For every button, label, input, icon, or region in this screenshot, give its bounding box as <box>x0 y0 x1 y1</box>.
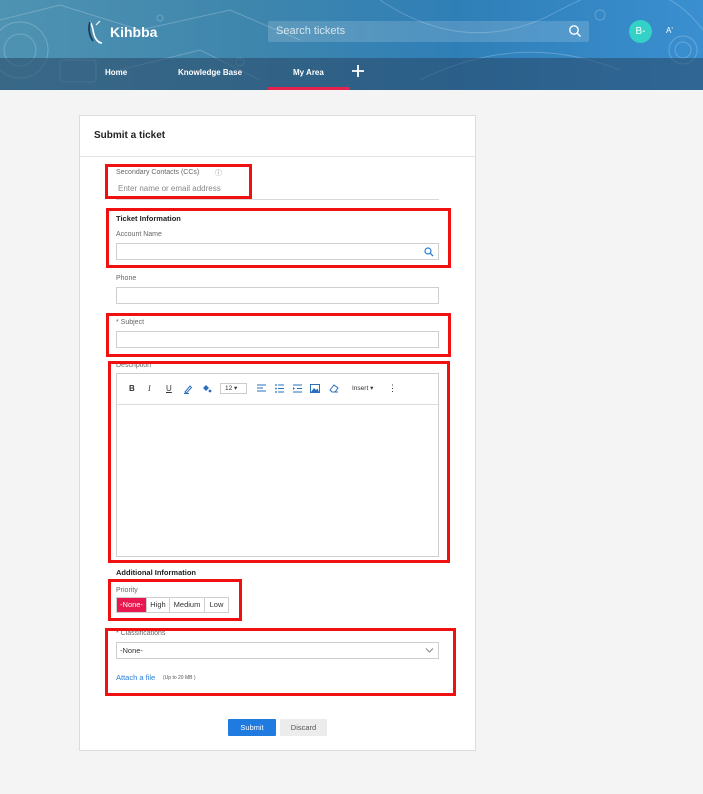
font-size-toggle[interactable]: A' <box>666 26 673 35</box>
highlight-box-secondary-contacts <box>105 164 252 199</box>
submit-button[interactable]: Submit <box>228 719 276 736</box>
additional-information-heading: Additional Information <box>116 568 196 577</box>
page-title: Submit a ticket <box>94 130 166 141</box>
title-divider <box>80 156 475 157</box>
nav-knowledge-base[interactable]: Knowledge Base <box>178 68 242 77</box>
phone-input[interactable] <box>116 287 439 304</box>
nav-home[interactable]: Home <box>105 68 127 77</box>
app-header: Kihbba Search tickets B- A' Home Knowled… <box>0 0 703 90</box>
brand-logo <box>88 20 103 44</box>
search-input[interactable]: Search tickets <box>276 25 345 37</box>
phone-label: Phone <box>116 275 137 282</box>
search-box[interactable]: Search tickets <box>268 21 589 42</box>
user-avatar[interactable]: B- <box>629 20 652 43</box>
active-tab-indicator <box>268 87 350 90</box>
add-tab-icon[interactable] <box>351 64 365 78</box>
secondary-contacts-underline <box>116 199 439 200</box>
discard-button[interactable]: Discard <box>280 719 327 736</box>
nav-my-area[interactable]: My Area <box>293 68 324 77</box>
highlight-box-priority <box>108 579 242 621</box>
highlight-box-classifications <box>105 628 456 696</box>
highlight-box-subject <box>106 313 451 357</box>
search-icon[interactable] <box>568 24 582 38</box>
highlight-box-description <box>108 361 450 563</box>
highlight-box-account-name <box>106 208 451 268</box>
brand-name[interactable]: Kihbba <box>110 24 157 40</box>
